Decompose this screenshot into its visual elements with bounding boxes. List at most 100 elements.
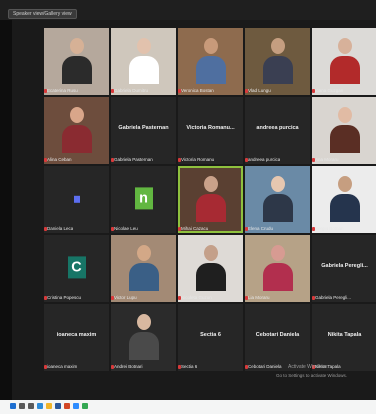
participant-tile[interactable]: Elena Crudu: [245, 166, 310, 233]
participant-name: Nicoleta Guzun: [181, 295, 212, 300]
participant-name-center: Gabriela Pasternan: [118, 125, 169, 131]
participant-video: [329, 38, 360, 84]
participant-body: [128, 56, 159, 84]
participant-tile[interactable]: Gabriela Peregli... Gabriela Peregli...: [312, 235, 376, 302]
participant-name: Nicolae Leu: [114, 226, 138, 231]
participant-head: [337, 107, 352, 123]
participant-tile[interactable]: Ioana Guzgan: [312, 28, 376, 95]
chrome-icon[interactable]: [82, 403, 88, 409]
participant-name: ioaneca maxim: [47, 364, 78, 369]
participant-name: Alina Ceban: [47, 157, 72, 162]
participant-tile[interactable]: Sergiu Botnari: [312, 166, 376, 233]
participant-name: Ioana Guzgan: [315, 88, 344, 93]
participant-video: [128, 314, 159, 360]
participant-name: Ana Moraru: [315, 157, 339, 162]
participant-video: [262, 245, 293, 291]
participant-tile[interactable]: Vlad Lungu: [245, 28, 310, 95]
participant-body: [195, 56, 226, 84]
participant-tile[interactable]: andreea purcica andreea purcica: [245, 97, 310, 164]
participant-video: [329, 107, 360, 153]
participant-name: Gabriela Pasternan: [114, 157, 153, 162]
participant-name-center: Victoria Romanu...: [186, 125, 235, 131]
search-icon[interactable]: [19, 403, 25, 409]
participant-avatar: [73, 195, 80, 203]
participant-tile[interactable]: Sectia 6 Sectia 6: [178, 304, 243, 371]
participant-name: Victor Lupu: [114, 295, 137, 300]
participant-tile[interactable]: Daniela Leca: [44, 166, 109, 233]
participant-name: Veronica Bostan: [181, 88, 214, 93]
participant-tile[interactable]: Gabriela Pasternan Gabriela Pasternan: [111, 97, 176, 164]
zoom-icon[interactable]: [73, 403, 79, 409]
participant-name: Sergiu Botnari: [315, 226, 344, 231]
start-icon[interactable]: [10, 403, 16, 409]
zoom-meeting-window: Speaker view/Gallery view Ecaterina Rusu…: [0, 0, 376, 400]
participant-head: [270, 176, 285, 192]
participant-body: [61, 56, 92, 84]
participant-name: Gabriela Peregli...: [315, 295, 352, 300]
participant-video: [195, 38, 226, 84]
explorer-icon[interactable]: [46, 403, 52, 409]
activate-windows-subtitle: Go to Settings to activate Windows.: [276, 373, 348, 378]
participant-name-center: Gabriela Peregli...: [321, 263, 368, 269]
participant-tile[interactable]: C Cristina Popescu: [44, 235, 109, 302]
activate-windows-title: Activate Windows: [288, 364, 328, 370]
participant-head: [136, 38, 151, 54]
participant-tile[interactable]: Alina Ceban: [44, 97, 109, 164]
participant-tile[interactable]: Veronica Bostan: [178, 28, 243, 95]
participant-head: [69, 38, 84, 54]
participant-name: Sectia 6: [181, 364, 198, 369]
task-view-icon[interactable]: [28, 403, 34, 409]
participant-video: [195, 245, 226, 291]
participant-tile[interactable]: Nikita Tapala Nikita Tapala: [312, 304, 376, 371]
participant-body: [128, 263, 159, 291]
participant-body: [329, 194, 360, 222]
participant-body: [61, 125, 92, 153]
participant-tile[interactable]: Nicoleta Guzun: [178, 235, 243, 302]
participant-video: [128, 38, 159, 84]
participant-video: [329, 176, 360, 222]
participant-video: [61, 107, 92, 153]
participant-name: Ecaterina Rusu: [47, 88, 78, 93]
participant-name: Victoria Romanu: [181, 157, 215, 162]
powerpoint-icon[interactable]: [64, 403, 70, 409]
participant-name: Cebotari Daniela: [248, 364, 282, 369]
gallery-grid: Ecaterina Rusu Gabriela Dumitru Veronica B…: [44, 28, 376, 371]
participant-head: [270, 38, 285, 54]
edge-icon[interactable]: [37, 403, 43, 409]
participant-tile[interactable]: Victoria Romanu... Victoria Romanu: [178, 97, 243, 164]
participant-name: Elena Crudu: [248, 226, 274, 231]
participant-head: [203, 38, 218, 54]
participant-head: [337, 38, 352, 54]
participant-video: [195, 176, 226, 222]
participant-tile[interactable]: Ana Moraru: [312, 97, 376, 164]
participant-tile[interactable]: Lia Moraru: [245, 235, 310, 302]
participant-tile[interactable]: Gabriela Dumitru: [111, 28, 176, 95]
avatar-letter: C: [71, 259, 82, 276]
participant-body: [128, 332, 159, 360]
participant-body: [195, 194, 226, 222]
word-icon[interactable]: [55, 403, 61, 409]
participant-head: [203, 176, 218, 192]
participant-body: [262, 263, 293, 291]
view-toggle-button[interactable]: Speaker view/Gallery view: [8, 9, 77, 19]
participant-name-center: andreea purcica: [256, 125, 299, 131]
participant-tile[interactable]: Victor Lupu: [111, 235, 176, 302]
participant-tile[interactable]: n Nicolae Leu: [111, 166, 176, 233]
participant-name: Vlad Lungu: [248, 88, 271, 93]
windows-taskbar: [0, 400, 376, 414]
participant-head: [270, 245, 285, 261]
participant-tile[interactable]: Mihai Cazacu: [178, 166, 243, 233]
participant-avatar: C: [67, 255, 86, 279]
participant-video: [262, 38, 293, 84]
participant-name-center: Nikita Tapala: [327, 332, 362, 338]
participant-name-center: ioaneca maxim: [56, 332, 97, 338]
participant-tile[interactable]: ioaneca maxim ioaneca maxim: [44, 304, 109, 371]
participant-name: Gabriela Dumitru: [114, 88, 149, 93]
participant-head: [203, 245, 218, 261]
participant-head: [69, 107, 84, 123]
participant-tile[interactable]: Ecaterina Rusu: [44, 28, 109, 95]
participant-video: [128, 245, 159, 291]
participant-tile[interactable]: Andrei Botnari: [111, 304, 176, 371]
participant-tile[interactable]: Cebotari Daniela Cebotari Daniela: [245, 304, 310, 371]
participant-body: [329, 125, 360, 153]
